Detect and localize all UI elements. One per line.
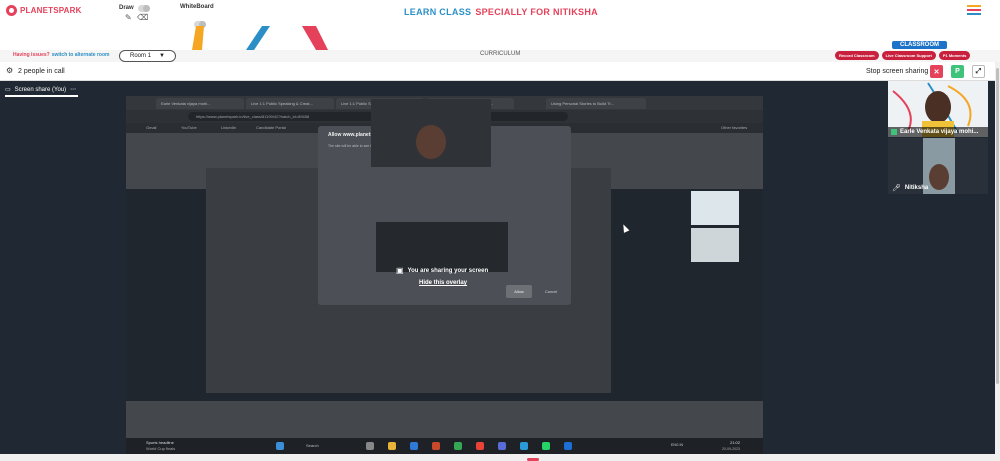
allow-button: Allow xyxy=(506,285,532,298)
caret-down-icon: ▼ xyxy=(159,53,165,59)
taskbar-app-icon xyxy=(476,442,484,450)
participant-tile[interactable]: Earle Venkata vijaya mohi... xyxy=(888,81,988,137)
outlook-icon xyxy=(564,442,572,450)
windows-taskbar: Sports headline World Cup finals Search … xyxy=(126,438,763,454)
participant-nameplate: Earle Venkata vijaya mohi... xyxy=(888,127,988,137)
draw-toggle[interactable] xyxy=(138,5,150,12)
microphone-icon: 🎤︎ xyxy=(892,185,901,192)
taskbar-search: Search xyxy=(306,443,319,448)
draw-label: Draw xyxy=(119,5,134,11)
issue-notice: Having issues? switch to alternate room xyxy=(13,52,109,58)
bookmark-item: Other favorites xyxy=(721,125,748,130)
cancel-button: Cancel xyxy=(544,289,558,294)
decorative-stripes-graphic xyxy=(192,26,328,50)
browser-tab: Live 1:1 Public Speaking & Creat... xyxy=(246,98,334,109)
expand-icon[interactable]: ⤢ xyxy=(972,65,985,78)
bottom-strip xyxy=(0,454,1000,461)
stage-tab-bar: ▭ Screen share (You) ⋯ xyxy=(0,81,888,97)
taskbar-news-sub: World Cup finals xyxy=(146,446,176,451)
planet-logo-icon xyxy=(6,5,17,16)
shared-screen: Earle Venkata vijaya mohi... Live 1:1 Pu… xyxy=(126,96,763,454)
participant-tile[interactable]: 🎤︎ Nitiksha xyxy=(888,138,988,194)
windows-start-icon xyxy=(276,442,284,450)
class-title-suffix: SPECIALLY FOR NITIKSHA xyxy=(475,7,598,17)
edge-icon xyxy=(410,442,418,450)
bookmark-item: Gmail xyxy=(146,125,157,130)
tab-screen-share[interactable]: ▭ Screen share (You) ⋯ xyxy=(5,84,79,97)
menu-icon[interactable] xyxy=(967,5,981,17)
participant-nameplate: 🎤︎ Nitiksha xyxy=(888,182,928,194)
chrome-icon xyxy=(454,442,462,450)
class-title: LEARN CLASS SPECIALLY FOR NITIKSHA xyxy=(404,7,598,17)
class-title-prefix: LEARN CLASS xyxy=(404,7,472,17)
live-support-button[interactable]: Live Classroom Support xyxy=(881,51,936,60)
browser-tab: Earle Venkata vijaya mohi... xyxy=(156,98,244,109)
sharing-notice-text: You are sharing your screen xyxy=(407,267,489,274)
taskbar-app-icon xyxy=(520,442,528,450)
clock-date: 20-09-2023 xyxy=(722,447,740,451)
sharing-notice: ▣ You are sharing your screen xyxy=(396,266,488,275)
alternate-room-link[interactable]: switch to alternate room xyxy=(52,52,110,58)
close-share-icon[interactable]: ✕ xyxy=(930,65,943,78)
vertical-scrollbar[interactable] xyxy=(995,62,1000,454)
browser-tab: Using Personal Stories to Build Tr... xyxy=(546,98,646,109)
curriculum-link[interactable]: CURRICULUM xyxy=(480,51,520,57)
screen-share-icon: ▣ xyxy=(396,266,404,275)
more-options-icon[interactable]: ⋯ xyxy=(70,86,76,93)
bookmark-item: Candidate Portal xyxy=(256,125,286,130)
taskbar-news: Sports headline xyxy=(146,440,174,445)
top-bar: PLANETSPARK Draw ✎ ⌫ WhiteBoard LEARN CL… xyxy=(0,0,1000,50)
call-bar xyxy=(0,62,995,81)
active-speaker-icon xyxy=(891,129,897,135)
p1-moments-button[interactable]: P1 Moments xyxy=(938,51,971,60)
teams-icon xyxy=(498,442,506,450)
classroom-tab[interactable]: CLASSROOM xyxy=(892,41,947,49)
people-count: 2 people in call xyxy=(18,68,65,75)
logo-text: PLANETSPARK xyxy=(20,6,82,15)
participant-name: Earle Venkata vijaya mohi... xyxy=(900,129,979,135)
taskbar-app-icon xyxy=(366,442,374,450)
record-classroom-button[interactable]: Record Classroom xyxy=(835,51,879,60)
bookmark-item: YouTube xyxy=(181,125,197,130)
clock-time: 21:02 xyxy=(730,440,741,445)
dialog-preview xyxy=(376,222,508,272)
hide-overlay-link[interactable]: Hide this overlay xyxy=(419,280,467,286)
whatsapp-icon xyxy=(542,442,550,450)
issue-text: Having issues? xyxy=(13,52,50,58)
room-selector[interactable]: Room 1 ▼ xyxy=(119,50,176,62)
screen-share-icon: ▭ xyxy=(5,87,11,93)
pencil-icon[interactable]: ✎ xyxy=(125,13,132,22)
planetspark-logo[interactable]: PLANETSPARK xyxy=(6,5,82,16)
office-icon xyxy=(432,442,440,450)
nested-participant-tile xyxy=(691,191,739,225)
room-selector-label: Room 1 xyxy=(130,53,152,59)
participant-avatar[interactable]: P xyxy=(951,65,964,78)
camera-preview xyxy=(371,99,491,167)
nested-participant-tile xyxy=(691,228,739,262)
tray-language: ENG IN xyxy=(671,443,684,447)
stop-sharing-label[interactable]: Stop screen sharing xyxy=(866,68,928,75)
folder-icon xyxy=(388,442,396,450)
classroom-actions: Record Classroom Live Classroom Support … xyxy=(835,51,971,60)
gear-icon[interactable]: ⚙ xyxy=(6,66,13,75)
tab-screen-share-label: Screen share (You) xyxy=(14,86,67,93)
participant-name: Nitiksha xyxy=(904,185,929,191)
whiteboard-label: WhiteBoard xyxy=(180,4,214,10)
bookmark-item: LinkedIn xyxy=(221,125,237,130)
eraser-icon[interactable]: ⌫ xyxy=(137,13,148,22)
